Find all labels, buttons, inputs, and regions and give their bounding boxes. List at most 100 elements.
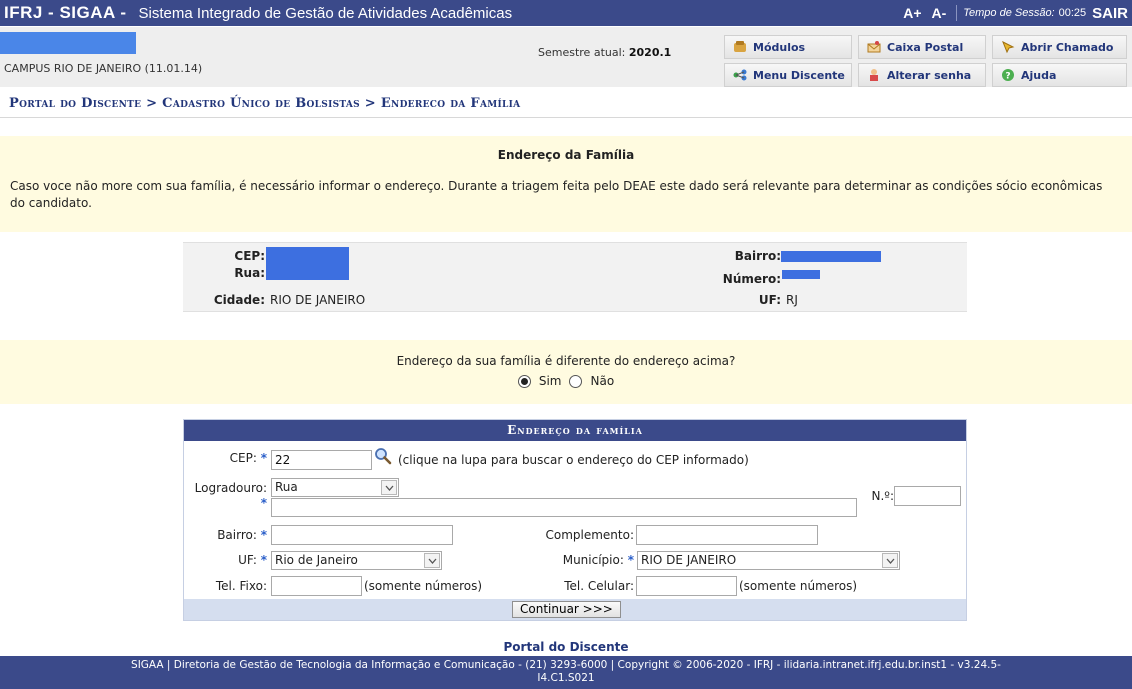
different-address-question: Endereço da sua família é diferente do e… (0, 340, 1132, 404)
modules-icon (733, 40, 747, 54)
municipio-select-value: RIO DE JANEIRO (641, 553, 737, 567)
portal-link[interactable]: Portal do Discente (0, 640, 1132, 654)
radio-no[interactable] (569, 374, 583, 388)
change-password-button[interactable]: Alterar senha (858, 63, 986, 87)
bairro-field-label: Bairro: * (184, 528, 267, 542)
open-ticket-button[interactable]: Abrir Chamado (992, 35, 1127, 59)
uf-label: UF: (758, 293, 781, 307)
info-title: Endereço da Família (497, 148, 635, 162)
cep-label: CEP: (234, 249, 265, 263)
form-body: CEP: * (clique na lupa para buscar o end… (184, 441, 966, 599)
numero-label: Número: (722, 272, 781, 286)
complemento-label: Complemento: (545, 528, 634, 542)
uf-field-label: UF: * (184, 553, 267, 567)
logradouro-input[interactable] (271, 498, 857, 517)
session-time: 00:25 (1058, 7, 1087, 19)
radio-yes[interactable] (517, 374, 531, 388)
municipio-select[interactable]: RIO DE JANEIRO (637, 551, 900, 570)
uf-field-label-text: UF: (238, 553, 257, 567)
cep-value-redacted (266, 247, 349, 264)
family-address-form: Endereço da família CEP: * (clique na lu… (183, 419, 967, 621)
question-options: Sim Não (0, 374, 1132, 388)
chevron-down-icon (381, 480, 397, 495)
required-icon: * (260, 553, 267, 567)
footer-text-line2: I4.C1.S021 (537, 672, 595, 684)
tel-celular-hint: (somente números) (739, 579, 858, 593)
modules-button[interactable]: Módulos (724, 35, 852, 59)
mailbox-label: Caixa Postal (887, 40, 964, 54)
uf-select-value: Rio de Janeiro (275, 553, 358, 567)
cep-field-label: CEP: * (184, 451, 267, 465)
bairro-field-label-text: Bairro: (217, 528, 257, 542)
rua-value-redacted (266, 263, 349, 280)
chevron-down-icon (424, 553, 440, 568)
student-menu-label: Menu Discente (753, 68, 845, 82)
uf-value: RJ (786, 293, 798, 307)
semester-value: 2020.1 (628, 46, 672, 59)
municipio-field-label: Município: * (514, 553, 634, 567)
top-bar-controls: A+ A- Tempo de Sessão: 00:25 SAIR (903, 0, 1132, 26)
question-text: Endereço da sua família é diferente do e… (396, 354, 736, 368)
rua-label: Rua: (234, 266, 265, 280)
numero-input[interactable] (894, 486, 961, 506)
current-address-panel: CEP: Rua: Cidade: RIO DE JANEIRO Bairro:… (183, 242, 967, 312)
tel-fixo-label: Tel. Fixo: (215, 579, 267, 593)
system-name: Sistema Integrado de Gestão de Atividade… (138, 4, 513, 22)
municipio-field-label-text: Município: (562, 553, 624, 567)
radio-no-label: Não (590, 374, 615, 388)
password-icon (867, 68, 881, 82)
ticket-icon (1001, 40, 1015, 54)
cep-input[interactable] (271, 450, 372, 470)
logradouro-type-value: Rua (275, 480, 298, 494)
continue-button[interactable]: Continuar >>> (512, 601, 621, 618)
page-footer: SIGAA | Diretoria de Gestão de Tecnologi… (0, 656, 1132, 689)
tel-celular-label: Tel. Celular: (564, 579, 634, 593)
bairro-input[interactable] (271, 525, 453, 545)
divider (0, 117, 1132, 118)
cidade-value: RIO DE JANEIRO (270, 293, 366, 307)
font-decrease-button[interactable]: A- (932, 5, 947, 21)
chevron-down-icon (882, 553, 898, 568)
divider (956, 5, 958, 21)
logradouro-label: Logradouro: (194, 481, 267, 495)
change-password-label: Alterar senha (887, 68, 972, 82)
cep-hint: (clique na lupa para buscar o endereço d… (398, 453, 749, 467)
bairro-value-redacted (781, 251, 881, 262)
required-icon: * (627, 553, 634, 567)
font-increase-button[interactable]: A+ (903, 5, 921, 21)
svg-text:?: ? (1005, 72, 1010, 82)
student-menu-button[interactable]: Menu Discente (724, 63, 852, 87)
uf-select[interactable]: Rio de Janeiro (271, 551, 442, 570)
mailbox-button[interactable]: Caixa Postal (858, 35, 986, 59)
open-ticket-label: Abrir Chamado (1021, 40, 1114, 54)
info-box: Endereço da Família Caso voce não more c… (0, 136, 1132, 232)
campus-name: CAMPUS RIO DE JANEIRO (11.01.14) (4, 62, 203, 75)
app-brand: IFRJ - SIGAA - (4, 3, 127, 22)
modules-label: Módulos (753, 40, 806, 54)
search-icon[interactable] (374, 447, 392, 468)
footer-text-line1: SIGAA | Diretoria de Gestão de Tecnologi… (131, 659, 1001, 671)
quick-menu: Módulos Caixa Postal Abrir Chamado Menu … (724, 35, 1127, 87)
numero-field-label: N.º: (871, 489, 895, 503)
semester-label: Semestre atual: (538, 46, 626, 59)
tel-fixo-input[interactable] (271, 576, 362, 596)
logradouro-type-select[interactable]: Rua (271, 478, 399, 497)
tel-fixo-hint: (somente números) (364, 579, 483, 593)
top-bar: IFRJ - SIGAA - Sistema Integrado de Gest… (0, 0, 1132, 26)
required-icon: * (260, 496, 267, 510)
help-button[interactable]: ? Ajuda (992, 63, 1127, 87)
logout-button[interactable]: SAIR (1092, 5, 1128, 22)
cidade-label: Cidade: (213, 293, 265, 307)
help-icon: ? (1001, 68, 1015, 82)
numero-value-redacted (782, 270, 820, 279)
radio-yes-label: Sim (538, 374, 562, 388)
tel-celular-input[interactable] (636, 576, 737, 596)
help-label: Ajuda (1021, 68, 1057, 82)
required-icon: * (260, 528, 267, 542)
form-title: Endereço da família (184, 420, 966, 441)
cep-field-label-text: CEP: (229, 451, 257, 465)
info-text: Caso voce não more com sua família, é ne… (10, 179, 1103, 210)
complemento-input[interactable] (636, 525, 818, 545)
user-name-redacted (0, 32, 136, 54)
user-info-bar: CAMPUS RIO DE JANEIRO (11.01.14) Semestr… (0, 27, 1132, 87)
